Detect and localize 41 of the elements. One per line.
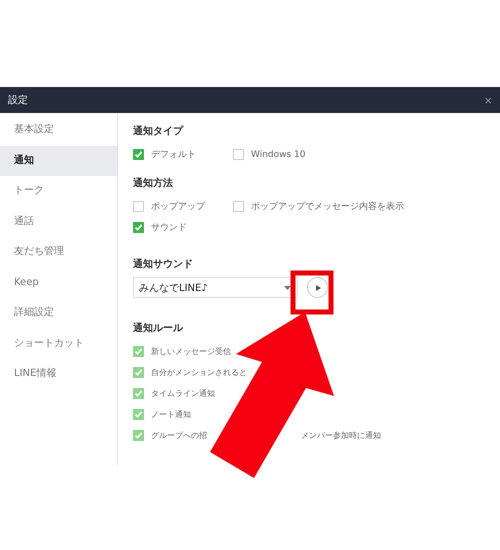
play-icon — [316, 284, 321, 290]
checkbox[interactable] — [133, 388, 144, 399]
section-heading: 通知タイプ — [133, 124, 184, 139]
sidebar-item[interactable]: Keep — [0, 268, 117, 298]
sound-dropdown[interactable]: みんなでLINE♪ — [133, 277, 298, 298]
section-heading: 通知ルール — [133, 322, 184, 336]
checkbox[interactable] — [233, 201, 244, 212]
sidebar-item[interactable]: 通話 — [0, 206, 117, 237]
close-button[interactable]: × — [482, 94, 494, 106]
checkbox[interactable] — [133, 149, 144, 160]
checkbox[interactable] — [233, 149, 244, 160]
sidebar-item[interactable]: トーク — [0, 176, 117, 206]
checkbox[interactable] — [133, 367, 144, 378]
checkbox-label: Windows 10 — [251, 150, 306, 160]
caret-icon — [284, 286, 291, 290]
sidebar-item[interactable]: 友だち管理 — [0, 237, 117, 268]
checkbox-label: グループへの招 — [151, 430, 207, 441]
checkbox-label: ポップアップでメッセージ内容を表示 — [251, 200, 404, 213]
checkbox[interactable] — [133, 222, 144, 233]
checkbox-label: デフォルト — [151, 149, 196, 161]
checkbox-label: タイムライン通知 — [151, 388, 215, 399]
checkbox-label: 自分がメンションされると — [151, 367, 247, 378]
checkbox-label: ポップアップ — [151, 200, 205, 213]
checkbox-label: 新しいメッセージ受信 — [151, 346, 231, 357]
checkbox[interactable] — [133, 430, 144, 441]
checkbox-label: メンバー参加時に通知 — [301, 430, 381, 441]
sidebar-item[interactable]: 詳細設定 — [0, 298, 117, 328]
checkbox[interactable] — [133, 409, 144, 420]
section-heading: 通知サウンド — [133, 258, 194, 272]
sidebar-item[interactable]: ショートカット — [0, 328, 117, 359]
window-title: 設定 — [8, 94, 28, 107]
play-button[interactable] — [307, 277, 328, 298]
checkbox-label: サウンド — [151, 222, 187, 234]
checkbox-label: ノート通知 — [151, 409, 191, 420]
sidebar-item[interactable]: 基本設定 — [0, 115, 117, 146]
sidebar-item[interactable]: LINE情報 — [0, 359, 117, 390]
checkbox[interactable] — [133, 346, 144, 357]
checkbox[interactable] — [133, 201, 144, 212]
highlight-frame — [290, 270, 334, 314]
sidebar-item[interactable]: 通知 — [0, 146, 117, 176]
section-heading: 通知方法 — [133, 176, 174, 191]
